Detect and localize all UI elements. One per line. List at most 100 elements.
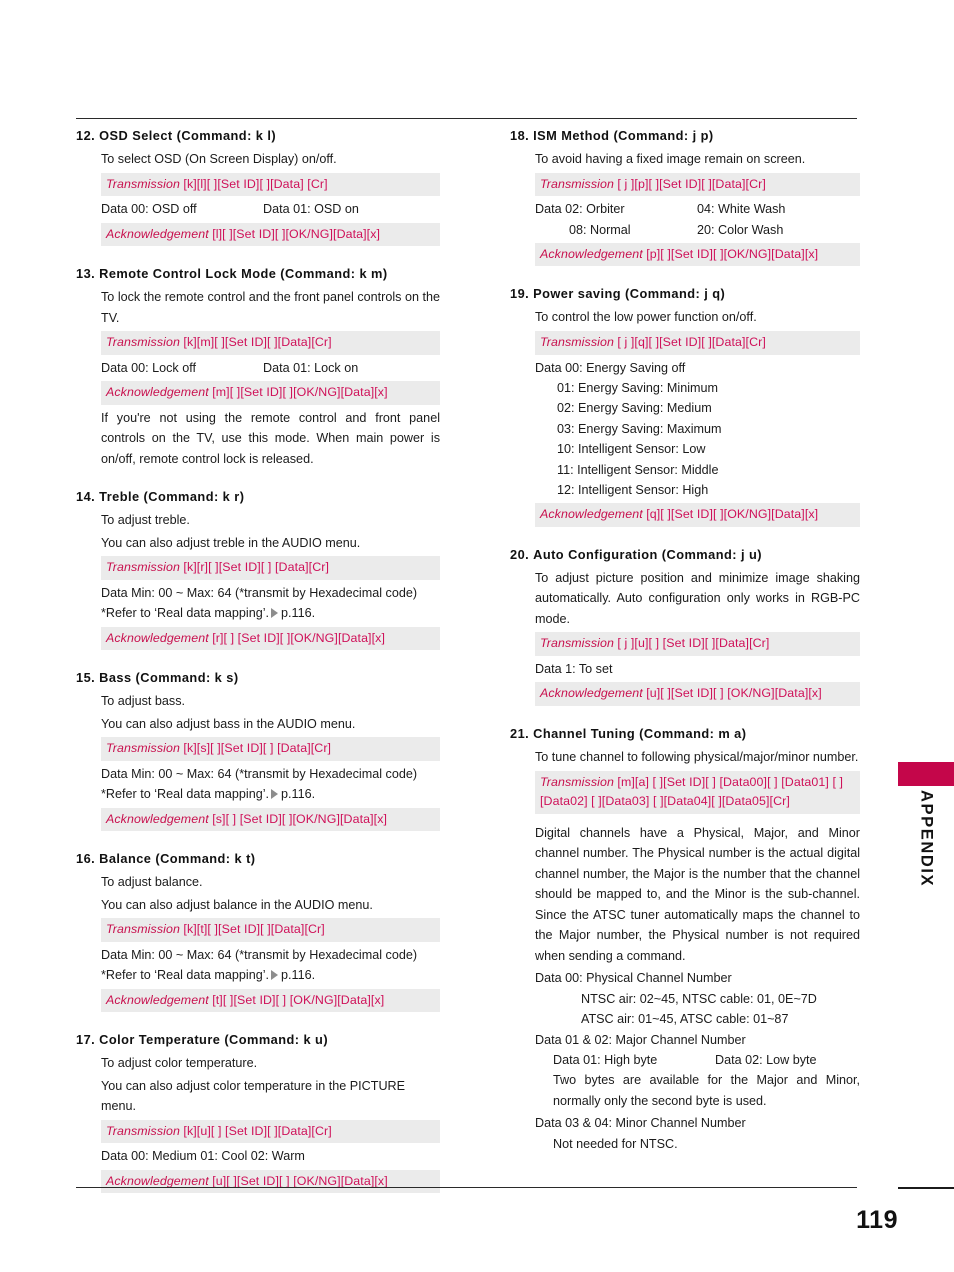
section-title: Channel Tuning (Command: m a) bbox=[533, 726, 747, 742]
command-label: Acknowledgement bbox=[540, 686, 643, 701]
reference-note: *Refer to ‘Real data mapping’. p.116. bbox=[101, 965, 440, 985]
section-number: 20. bbox=[510, 546, 530, 562]
triangle-right-icon bbox=[271, 789, 279, 800]
command-code: [u][ ][Set ID][ ] [OK/NG][Data][x] bbox=[212, 1173, 388, 1188]
command-bar: Transmission [k][m][ ][Set ID][ ][Data][… bbox=[101, 331, 440, 355]
data-col-1: Data 02: Orbiter bbox=[535, 202, 625, 217]
command-bar: Acknowledgement [s][ ] [Set ID][ ][OK/NG… bbox=[101, 807, 440, 832]
section-number: 17. bbox=[76, 1032, 96, 1048]
section-number: 19. bbox=[510, 286, 530, 302]
section-title: Bass (Command: k s) bbox=[99, 670, 239, 686]
command-bar: Transmission [m][a] [ ][Set ID][ ] [Data… bbox=[535, 770, 860, 814]
command-label: Transmission bbox=[540, 774, 614, 789]
section-number: 21. bbox=[510, 726, 530, 742]
command-code: [k][t][ ][Set ID][ ][Data][Cr] bbox=[183, 922, 325, 937]
body-text: To adjust color temperature. bbox=[101, 1056, 258, 1071]
command-label: Transmission bbox=[540, 335, 614, 349]
command-section: 15. Bass (Command: k s) To adjust bass. You… bbox=[76, 670, 440, 832]
command-code: [k][m][ ][Set ID][ ][Data][Cr] bbox=[183, 335, 332, 350]
reference-page: p.116. bbox=[281, 787, 316, 802]
section-title: Auto Configuration (Command: j u) bbox=[533, 546, 762, 562]
command-code: [u][ ][Set ID][ ] [OK/NG][Data][x] bbox=[646, 686, 822, 701]
command-bar: Transmission [ j ][q][ ][Set ID][ ][Data… bbox=[535, 331, 860, 355]
data-line: Data Min: 00 ~ Max: 64 (*transmit by Hex… bbox=[101, 766, 418, 781]
footer-rule-tab bbox=[898, 1187, 954, 1189]
data-line: Data 00: Energy Saving off bbox=[535, 360, 686, 375]
command-bar: Acknowledgement [t][ ][Set ID][ ] [OK/NG… bbox=[101, 988, 440, 1013]
command-label: Acknowledgement bbox=[540, 246, 643, 261]
section-body: To adjust picture position and minimize … bbox=[510, 568, 860, 707]
command-label: Transmission bbox=[106, 1123, 180, 1138]
data-line: Data 00: Medium 01: Cool 02: Warm bbox=[101, 1149, 305, 1164]
command-section: 16. Balance (Command: k t) To adjust balan… bbox=[76, 851, 440, 1013]
section-body: To avoid having a fixed image remain on … bbox=[510, 149, 860, 267]
command-code: [k][r][ ][Set ID][ ] [Data][Cr] bbox=[183, 560, 330, 575]
triangle-right-icon bbox=[271, 970, 279, 981]
body-text: To adjust picture position and minimize … bbox=[535, 570, 860, 626]
data-col-1: Data 00: OSD off bbox=[101, 202, 197, 217]
command-code: [k][s][ ][Set ID][ ] [Data][Cr] bbox=[183, 741, 332, 756]
data-line: 01: Energy Saving: Minimum bbox=[557, 380, 718, 395]
section-body: To tune channel to following physical/ma… bbox=[510, 747, 860, 1154]
appendix-tab-accent-bar bbox=[898, 762, 954, 786]
command-code: [ j ][u][ ] [Set ID][ ][Data][Cr] bbox=[617, 636, 770, 651]
data-line: Data Min: 00 ~ Max: 64 (*transmit by Hex… bbox=[101, 947, 418, 962]
section-body: To control the low power function on/off… bbox=[510, 307, 860, 527]
command-bar: Acknowledgement [r][ ] [Set ID][ ][OK/NG… bbox=[101, 626, 440, 651]
command-label: Transmission bbox=[106, 560, 180, 575]
data-line: Data 03 & 04: Minor Channel Number bbox=[535, 1116, 746, 1131]
section-title: Power saving (Command: j q) bbox=[533, 286, 726, 302]
command-code: [p][ ][Set ID][ ][OK/NG][Data][x] bbox=[646, 246, 819, 261]
command-code: [m][ ][Set ID][ ][OK/NG][Data][x] bbox=[212, 385, 388, 400]
section-body: To lock the remote control and the front… bbox=[76, 287, 440, 469]
section-number: 15. bbox=[76, 670, 96, 686]
document-page: 12. OSD Select (Command: k l) To select OS… bbox=[0, 0, 954, 1272]
data-col-1: Data 00: Lock off bbox=[101, 360, 196, 375]
section-body: To select OSD (On Screen Display) on/off… bbox=[76, 149, 440, 247]
section-heading: 14. Treble (Command: k r) bbox=[76, 489, 440, 504]
command-label: Transmission bbox=[540, 636, 614, 651]
section-heading: 18. ISM Method (Command: j p) bbox=[510, 128, 860, 143]
command-code: [k][l][ ][Set ID][ ][Data] [Cr] bbox=[183, 176, 328, 191]
data-line: 11: Intelligent Sensor: Middle bbox=[557, 462, 719, 477]
command-label: Acknowledgement bbox=[106, 811, 209, 826]
command-bar: Transmission [k][s][ ][Set ID][ ] [Data]… bbox=[101, 737, 440, 761]
reference-note: *Refer to ‘Real data mapping’. p.116. bbox=[101, 603, 440, 623]
body-text: To adjust balance. bbox=[101, 875, 203, 890]
command-label: Acknowledgement bbox=[106, 992, 209, 1007]
section-number: 14. bbox=[76, 489, 96, 505]
section-heading: 21. Channel Tuning (Command: m a) bbox=[510, 726, 860, 741]
data-line: Data 02: Orbiter 04: White Wash bbox=[535, 199, 860, 219]
section-number: 18. bbox=[510, 128, 530, 143]
data-col-2: 20: Color Wash bbox=[697, 222, 784, 237]
command-label: Acknowledgement bbox=[106, 1173, 209, 1188]
command-bar: Transmission [k][r][ ][Set ID][ ] [Data]… bbox=[101, 556, 440, 580]
command-code: [ j ][q][ ][Set ID][ ][Data][Cr] bbox=[617, 335, 766, 349]
command-bar: Acknowledgement [m][ ][Set ID][ ][OK/NG]… bbox=[101, 381, 440, 405]
command-code: [t][ ][Set ID][ ] [OK/NG][Data][x] bbox=[212, 992, 385, 1007]
data-line: Data 1: To set bbox=[535, 662, 613, 677]
page-number: 119 bbox=[856, 1206, 898, 1234]
reference-page: p.116. bbox=[281, 968, 316, 983]
command-bar: Transmission [ j ][p][ ][Set ID][ ][Data… bbox=[535, 172, 860, 197]
data-line: Data 00: OSD off Data 01: OSD on bbox=[101, 199, 440, 219]
data-line: ATSC air: 01~45, ATSC cable: 01~87 bbox=[581, 1012, 789, 1027]
body-text: If you're not using the remote control a… bbox=[101, 410, 440, 466]
section-title: Treble (Command: k r) bbox=[99, 489, 245, 505]
command-bar: Transmission [k][l][ ][Set ID][ ][Data] … bbox=[101, 172, 440, 197]
command-section: 12. OSD Select (Command: k l) To select OS… bbox=[76, 128, 440, 247]
section-title: Balance (Command: k t) bbox=[99, 851, 256, 867]
command-bar: Transmission [k][t][ ][Set ID][ ][Data][… bbox=[101, 918, 440, 942]
command-code: [ j ][p][ ][Set ID][ ][Data][Cr] bbox=[617, 176, 766, 191]
command-label: Transmission bbox=[106, 335, 180, 350]
command-label: Transmission bbox=[540, 176, 614, 191]
triangle-right-icon bbox=[271, 608, 279, 619]
body-text: To select OSD (On Screen Display) on/off… bbox=[101, 152, 337, 166]
header-rule bbox=[76, 118, 857, 119]
body-text: Two bytes are available for the Major an… bbox=[553, 1073, 860, 1108]
